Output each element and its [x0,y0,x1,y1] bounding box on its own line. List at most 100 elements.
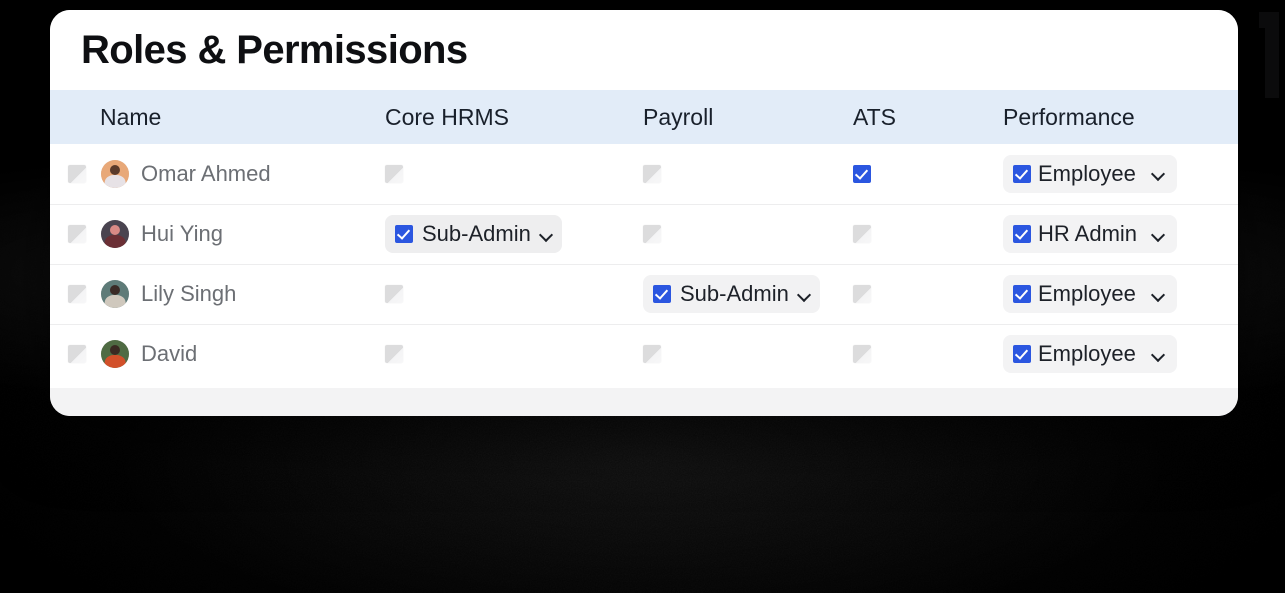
checkbox-unchecked-icon[interactable] [68,285,86,303]
avatar [101,340,129,369]
chevron-down-icon[interactable] [540,228,553,241]
cell-payroll [643,144,853,204]
chevron-down-icon[interactable] [798,288,811,301]
cell-performance: HR Admin [1003,204,1238,264]
permission-cell-performance[interactable]: Employee [1003,275,1238,313]
cell-core-hrms: Sub-Admin [385,204,643,264]
avatar [101,220,129,248]
permission-cell-core_hrms[interactable] [385,164,643,183]
role-dropdown-core_hrms[interactable]: Sub-Admin [385,215,562,253]
card-footer [50,388,1238,416]
role-dropdown-label: Sub-Admin [680,281,789,306]
permission-cell-ats[interactable] [853,285,1003,303]
role-dropdown-performance[interactable]: Employee [1003,154,1177,193]
cell-ats [853,264,1003,324]
permission-cell-payroll[interactable] [643,225,853,243]
checkbox-checked-icon[interactable] [1013,345,1031,364]
cell-payroll [643,204,853,264]
cell-ats [853,324,1003,384]
permission-cell-ats[interactable] [853,345,1003,364]
checkbox-checked-icon[interactable] [1013,164,1031,183]
table-row[interactable]: David Employee [50,324,1238,384]
checkbox-unchecked-icon[interactable] [385,285,403,303]
cell-name: Hui Ying [50,204,385,264]
avatar [101,159,129,188]
chevron-down-icon[interactable] [1152,288,1165,301]
permission-cell-performance[interactable]: Employee [1003,335,1238,374]
page-title: Roles & Permissions [81,27,468,72]
checkbox-unchecked-icon[interactable] [643,164,661,183]
cell-performance: Employee [1003,144,1238,204]
checkbox-unchecked-icon[interactable] [68,225,86,243]
role-dropdown-label: Employee [1038,281,1136,306]
chevron-down-icon[interactable] [1152,228,1165,241]
column-header-performance[interactable]: Performance [1003,90,1238,144]
user-name: Omar Ahmed [141,160,271,186]
checkbox-unchecked-icon[interactable] [385,345,403,364]
checkbox-unchecked-icon[interactable] [68,345,86,364]
permission-cell-performance[interactable]: Employee [1003,154,1238,193]
checkbox-checked-icon[interactable] [1013,285,1031,303]
checkbox-unchecked-icon[interactable] [643,345,661,364]
cell-payroll: Sub-Admin [643,264,853,324]
role-dropdown-label: Sub-Admin [422,221,531,246]
cell-name: Lily Singh [50,264,385,324]
checkbox-unchecked-icon[interactable] [853,345,871,364]
chevron-down-icon[interactable] [1152,167,1165,180]
checkbox-unchecked-icon[interactable] [68,164,86,183]
avatar [101,280,129,308]
permission-cell-ats[interactable] [853,164,1003,183]
roles-permissions-table: Name Core HRMS Payroll ATS Performance O… [50,90,1238,384]
permission-cell-core_hrms[interactable] [385,285,643,303]
cell-name: Omar Ahmed [50,144,385,204]
edge-glyph-stem [1265,12,1279,98]
permission-cell-payroll[interactable]: Sub-Admin [643,275,853,313]
role-dropdown-label: Employee [1038,160,1136,186]
user-name: David [141,341,198,367]
chevron-down-icon[interactable] [1152,348,1165,361]
cell-name: David [50,324,385,384]
column-header-name[interactable]: Name [50,90,385,144]
cell-payroll [643,324,853,384]
role-dropdown-payroll[interactable]: Sub-Admin [643,275,820,313]
user-name: Lily Singh [141,281,237,306]
checkbox-unchecked-icon[interactable] [385,164,403,183]
role-dropdown-performance[interactable]: Employee [1003,335,1177,374]
checkbox-checked-icon[interactable] [395,225,413,243]
column-header-core-hrms[interactable]: Core HRMS [385,90,643,144]
checkbox-unchecked-icon[interactable] [853,225,871,243]
permission-cell-payroll[interactable] [643,345,853,364]
column-header-payroll[interactable]: Payroll [643,90,853,144]
checkbox-checked-icon[interactable] [853,164,871,183]
table-row[interactable]: Lily Singh Sub-Admin Employee [50,264,1238,324]
permission-cell-payroll[interactable] [643,164,853,183]
user-name: Hui Ying [141,221,223,246]
roles-permissions-card: Roles & Permissions Name Core HRMS Payro… [50,10,1238,416]
permission-cell-performance[interactable]: HR Admin [1003,215,1238,253]
role-dropdown-label: HR Admin [1038,221,1138,246]
cell-performance: Employee [1003,324,1238,384]
cell-core-hrms [385,324,643,384]
permission-cell-core_hrms[interactable]: Sub-Admin [385,215,643,253]
table-row[interactable]: Hui Ying Sub-Admin HR Admin [50,204,1238,264]
checkbox-checked-icon[interactable] [1013,225,1031,243]
cell-core-hrms [385,144,643,204]
column-header-ats[interactable]: ATS [853,90,1003,144]
table-header-row: Name Core HRMS Payroll ATS Performance [50,90,1238,144]
cell-ats [853,144,1003,204]
checkbox-checked-icon[interactable] [653,285,671,303]
table-row[interactable]: Omar Ahmed Employee [50,144,1238,204]
edge-cutoff-glyph [1259,4,1285,100]
cell-core-hrms [385,264,643,324]
role-dropdown-label: Employee [1038,341,1136,367]
role-dropdown-performance[interactable]: Employee [1003,275,1177,313]
checkbox-unchecked-icon[interactable] [643,225,661,243]
checkbox-unchecked-icon[interactable] [853,285,871,303]
table-header: Name Core HRMS Payroll ATS Performance [50,90,1238,144]
table-body: Omar Ahmed Employee Hui Ying Sub-Admin HR Ad… [50,144,1238,384]
cell-ats [853,204,1003,264]
role-dropdown-performance[interactable]: HR Admin [1003,215,1177,253]
permission-cell-ats[interactable] [853,225,1003,243]
permission-cell-core_hrms[interactable] [385,345,643,364]
cell-performance: Employee [1003,264,1238,324]
